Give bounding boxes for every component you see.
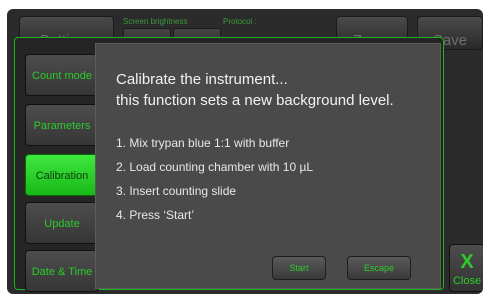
sidebar-item-update[interactable]: Update [25,202,99,244]
close-icon: X [460,251,474,273]
screen-brightness-label: Screen brightness [123,17,188,26]
calibration-dialog: Calibrate the instrument... this functio… [95,43,441,289]
escape-button[interactable]: Escape [347,256,411,280]
protocol-label: Protocol : [223,17,257,26]
instruction-step: 2. Load counting chamber with 10 µL [116,160,314,174]
close-button[interactable]: X Close [449,244,483,292]
close-label: Close [452,275,482,287]
sidebar-item-parameters[interactable]: Parameters [25,104,99,146]
instruction-step: 4. Press ‘Start’ [116,208,195,222]
instruction-step: 1. Mix trypan blue 1:1 with buffer [116,136,290,150]
sidebar-item-count-mode[interactable]: Count mode [25,54,99,96]
app-window: Settings Screen brightness Protocol : Zo… [7,9,483,294]
sidebar-item-date-time[interactable]: Date & Time [25,250,99,292]
dialog-title: Calibrate the instrument... [116,71,288,88]
dialog-subtitle: this function sets a new background leve… [116,92,394,109]
sidebar-item-calibration[interactable]: Calibration [25,154,99,196]
start-button[interactable]: Start [272,256,326,280]
instruction-step: 3. Insert counting slide [116,184,237,198]
